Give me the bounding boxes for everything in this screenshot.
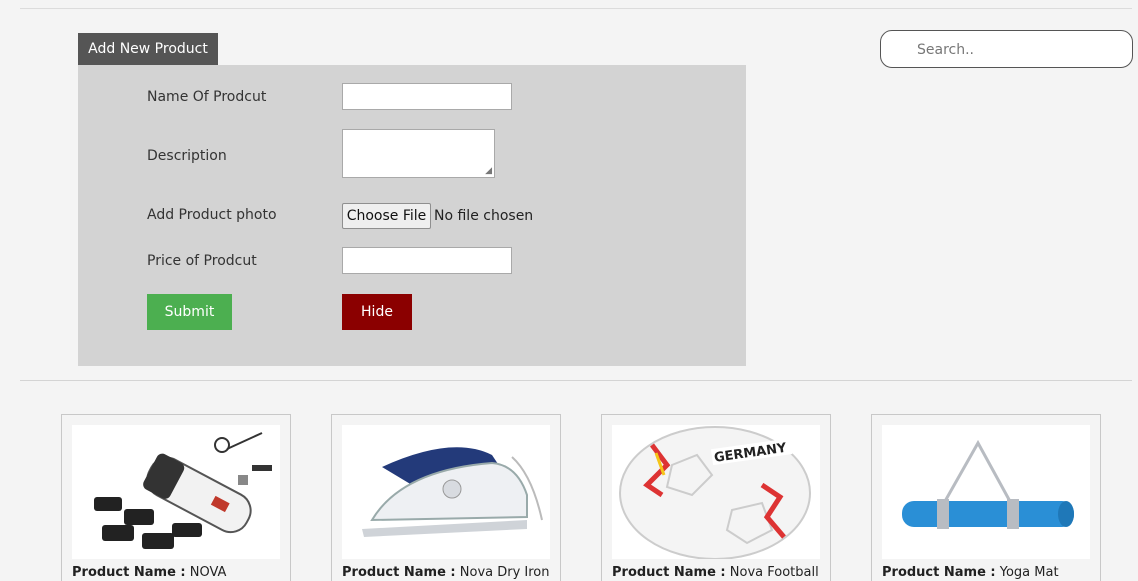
description-textarea[interactable]: ◢: [342, 129, 495, 178]
search-box[interactable]: [880, 30, 1133, 68]
product-card-football[interactable]: GERMANY Product Name : Nova Football: [601, 414, 831, 581]
section-divider: [20, 380, 1132, 381]
price-input[interactable]: [342, 247, 512, 274]
file-status-text: No file chosen: [434, 208, 534, 224]
submit-button[interactable]: Submit: [147, 294, 232, 330]
product-name-line: Product Name : Nova Football: [612, 565, 819, 580]
description-label: Description: [147, 148, 227, 164]
top-divider: [20, 8, 1132, 9]
resize-grip-icon[interactable]: ◢: [485, 167, 492, 176]
product-name-line: Product Name : Nova Dry Iron: [342, 565, 550, 580]
dry-iron-image: [342, 425, 550, 559]
product-card-dry-iron[interactable]: Product Name : Nova Dry Iron: [331, 414, 561, 581]
product-name-value: Nova Dry Iron: [459, 565, 550, 580]
hair-clipper-image: [72, 425, 280, 559]
price-label: Price of Prodcut: [147, 253, 257, 269]
product-name-label: Name Of Prodcut: [147, 89, 267, 105]
product-name-input[interactable]: [342, 83, 512, 110]
add-product-tab[interactable]: Add New Product: [78, 33, 218, 65]
add-product-tab-label: Add New Product: [88, 41, 208, 57]
product-name-value: Nova Football: [729, 565, 819, 580]
choose-file-button[interactable]: Choose File: [342, 203, 431, 229]
football-image: GERMANY: [612, 425, 820, 559]
product-photo-label: Add Product photo: [147, 207, 277, 223]
search-input[interactable]: [917, 40, 1117, 60]
product-name-line: Product Name : Yoga Mat: [882, 565, 1059, 580]
product-card-nova[interactable]: Product Name : NOVA: [61, 414, 291, 581]
product-name-key: Product Name :: [72, 565, 186, 580]
product-name-key: Product Name :: [612, 565, 726, 580]
product-name-line: Product Name : NOVA: [72, 565, 226, 580]
add-product-form: Name Of Prodcut Description ◢ Add Produc…: [78, 65, 746, 366]
hide-button[interactable]: Hide: [342, 294, 412, 330]
product-name-key: Product Name :: [342, 565, 456, 580]
product-name-value: Yoga Mat: [999, 565, 1059, 580]
product-name-key: Product Name :: [882, 565, 996, 580]
yoga-mat-image: [882, 425, 1090, 559]
product-name-value: NOVA: [189, 565, 227, 580]
product-card-yoga-mat[interactable]: Product Name : Yoga Mat: [871, 414, 1101, 581]
